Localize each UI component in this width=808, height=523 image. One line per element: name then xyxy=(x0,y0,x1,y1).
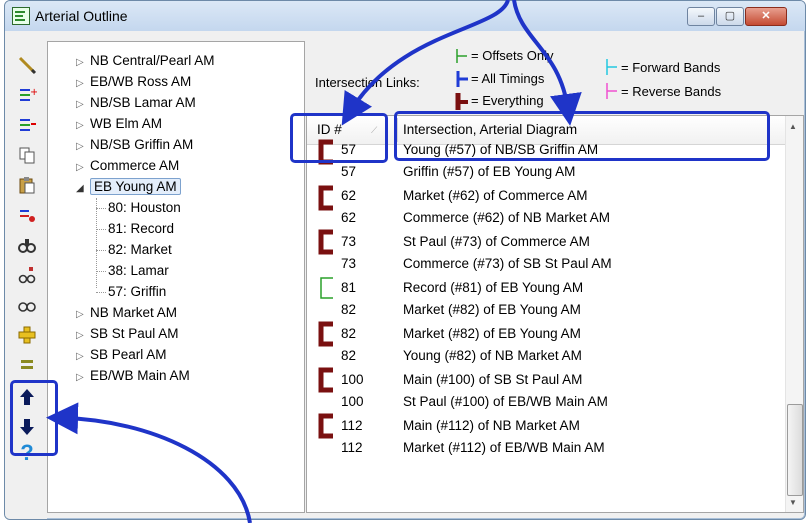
legend-offsets: = Offsets Only xyxy=(471,48,554,63)
tree-child-item[interactable]: 82: Market xyxy=(108,241,172,259)
remove-link-icon[interactable] xyxy=(17,115,37,135)
link-legend-icons xyxy=(455,49,468,110)
expand-arrow-icon[interactable]: ▷ xyxy=(76,54,90,72)
tree-child-item[interactable]: 57: Griffin xyxy=(108,283,166,301)
expand-arrow-icon[interactable]: ▷ xyxy=(76,138,90,156)
tree-connector xyxy=(96,198,97,288)
expand-arrow-icon[interactable]: ▷ xyxy=(76,327,90,345)
tree-item[interactable]: ▷ Commerce AM xyxy=(76,157,179,177)
tree-item[interactable]: ▷ NB/SB Griffin AM xyxy=(76,136,193,156)
scroll-down-arrow-icon[interactable]: ▼ xyxy=(789,498,797,507)
intersection-list: ID # ⟋ Intersection, Arterial Diagram 57… xyxy=(306,115,804,513)
tree-item[interactable]: ▷ WB Elm AM xyxy=(76,115,162,135)
expand-arrow-icon[interactable]: ▷ xyxy=(76,306,90,324)
tree-item[interactable]: ▷ SB St Paul AM xyxy=(76,325,179,345)
table-row[interactable]: 100 St Paul (#100) of EB/WB Main AM xyxy=(307,392,785,414)
legend-everything: = Everything xyxy=(471,93,544,108)
tree-child-item[interactable]: 38: Lamar xyxy=(108,262,169,280)
table-row[interactable]: 73 Commerce (#73) of SB St Paul AM xyxy=(307,254,785,276)
maximize-button[interactable]: ▢ xyxy=(716,7,744,26)
table-row[interactable]: 112 Main (#112) of NB Market AM xyxy=(307,416,785,438)
tree-child-item[interactable]: 80: Houston xyxy=(108,199,181,217)
expand-arrow-icon[interactable]: ▷ xyxy=(76,369,90,387)
expand-arrow-icon[interactable]: ▷ xyxy=(76,159,90,177)
legend-forward-bands: = Forward Bands xyxy=(621,60,721,75)
table-row[interactable]: 100 Main (#100) of SB St Paul AM xyxy=(307,370,785,392)
id-header-highlight xyxy=(290,113,388,163)
table-row[interactable]: 82 Market (#82) of EB Young AM xyxy=(307,300,785,322)
add-link-icon[interactable]: + xyxy=(17,85,38,105)
paste-icon[interactable] xyxy=(17,175,37,195)
tree-child-item[interactable]: 81: Record xyxy=(108,220,174,238)
arterial-outline-window: Arterial Outline – ▢ ✕ + ? ▷NB Central/P… xyxy=(4,0,806,520)
scroll-thumb[interactable] xyxy=(787,404,803,496)
list-icon[interactable] xyxy=(17,355,37,375)
band-legend-icons xyxy=(606,59,617,99)
table-row[interactable]: 73 St Paul (#73) of Commerce AM xyxy=(307,232,785,254)
expand-arrow-icon[interactable]: ▷ xyxy=(76,75,90,93)
table-row[interactable]: 82 Market (#82) of EB Young AM xyxy=(307,324,785,346)
expand-arrow-icon[interactable]: ▷ xyxy=(76,117,90,135)
table-row[interactable]: 81 Record (#81) of EB Young AM xyxy=(307,278,785,300)
vertical-scrollbar[interactable]: ▲ ▼ xyxy=(785,116,803,512)
title-bar: Arterial Outline – ▢ ✕ xyxy=(5,1,805,31)
legend-label: Intersection Links: xyxy=(315,75,420,90)
pencil-icon[interactable] xyxy=(17,55,37,75)
legend-reverse-bands: = Reverse Bands xyxy=(621,84,722,99)
glasses-icon[interactable] xyxy=(17,295,37,315)
expand-arrow-icon[interactable]: ▷ xyxy=(76,96,90,114)
add-node-icon[interactable] xyxy=(17,325,37,345)
legend: Intersection Links: = Offsets Only = All… xyxy=(305,41,801,115)
table-row[interactable]: 82 Young (#82) of NB Market AM xyxy=(307,346,785,368)
table-row[interactable]: 62 Market (#62) of Commerce AM xyxy=(307,186,785,208)
close-button[interactable]: ✕ xyxy=(745,7,787,26)
tree-item[interactable]: ▷ NB Market AM xyxy=(76,304,177,324)
tree-item[interactable]: ▷ SB Pearl AM xyxy=(76,346,167,366)
tree-item-selected[interactable]: ◢ EB Young AM xyxy=(76,178,181,198)
window-title: Arterial Outline xyxy=(35,8,128,24)
tree-item[interactable]: ▷ EB/WB Main AM xyxy=(76,367,190,387)
table-row[interactable]: 62 Commerce (#62) of NB Market AM xyxy=(307,208,785,230)
minimize-button[interactable]: – xyxy=(687,7,715,26)
tree-item[interactable]: ▷ NB/SB Lamar AM xyxy=(76,94,196,114)
description-header-highlight xyxy=(394,111,770,161)
scroll-up-arrow-icon[interactable]: ▲ xyxy=(789,122,797,131)
binoculars-alt-icon[interactable] xyxy=(17,265,37,285)
transfer-icon[interactable] xyxy=(17,205,37,225)
tree-item[interactable]: ▷ EB/WB Ross AM xyxy=(76,73,191,93)
app-icon xyxy=(12,7,30,25)
table-row[interactable]: 112 Market (#112) of EB/WB Main AM xyxy=(307,438,785,460)
move-buttons-highlight xyxy=(10,380,58,456)
binoculars-icon[interactable] xyxy=(17,235,37,255)
tree-item[interactable]: ▷ NB Central/Pearl AM xyxy=(76,52,215,72)
table-row[interactable]: 57 Griffin (#57) of EB Young AM xyxy=(307,162,785,184)
legend-all-timings: = All Timings xyxy=(471,71,545,86)
svg-text:+: + xyxy=(30,87,37,98)
expand-arrow-icon[interactable]: ▷ xyxy=(76,348,90,366)
collapse-arrow-icon[interactable]: ◢ xyxy=(76,180,90,198)
copy-icon[interactable] xyxy=(17,145,37,165)
arterial-tree: ▷ NB Central/Pearl AM ▷ EB/WB Ross AM ▷ NB/… xyxy=(47,41,305,513)
